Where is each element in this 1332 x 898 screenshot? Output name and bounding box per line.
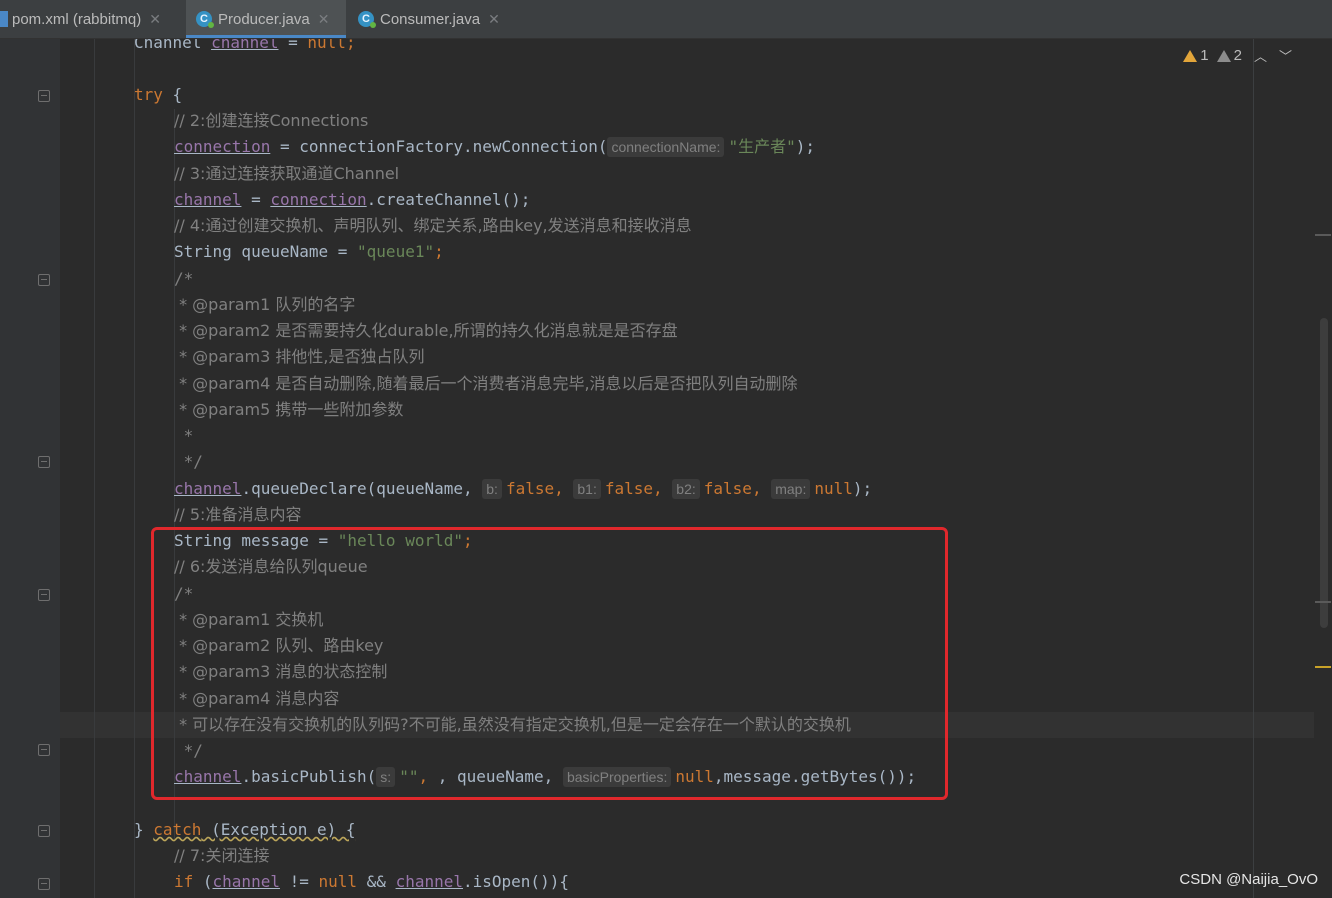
warnings-count[interactable]: 1: [1183, 47, 1209, 64]
close-icon[interactable]: ✕: [488, 11, 500, 28]
code-comment[interactable]: /*: [174, 266, 193, 292]
watermark: CSDN @Naijia_OvO: [1179, 871, 1318, 888]
editor-tab-bar: pom.xml (rabbitmq) ✕ C Producer.java ✕ C…: [0, 0, 1332, 39]
tab-pom-xml[interactable]: pom.xml (rabbitmq) ✕: [0, 0, 184, 38]
code-line[interactable]: channel = connection.createChannel();: [174, 187, 530, 213]
fold-marker-icon[interactable]: [38, 456, 50, 468]
java-class-icon: C: [196, 11, 214, 28]
indent-guide: [134, 39, 135, 898]
right-margin-guide: [1253, 39, 1254, 898]
code-comment[interactable]: // 3:通过连接获取通道Channel: [174, 161, 399, 187]
code-line[interactable]: } catch (Exception e) {: [134, 817, 356, 843]
tab-label: Consumer.java: [380, 10, 481, 28]
active-tab-indicator: [186, 35, 346, 38]
scroll-marker[interactable]: [1315, 601, 1331, 603]
java-class-icon: C: [358, 11, 376, 28]
chevron-up-icon[interactable]: ︿: [1254, 46, 1267, 65]
parameter-hint: b1:: [573, 479, 601, 499]
code-comment[interactable]: // 2:创建连接Connections: [174, 108, 368, 134]
code-comment[interactable]: // 7:关闭连接: [174, 843, 269, 869]
chevron-down-icon[interactable]: ﹀: [1279, 46, 1292, 65]
parameter-hint: connectionName:: [607, 137, 725, 157]
fold-marker-icon[interactable]: [38, 589, 50, 601]
code-comment[interactable]: * @param5 携带一些附加参数: [174, 397, 403, 423]
code-comment[interactable]: // 4:通过创建交换机、声明队列、绑定关系,路由key,发送消息和接收消息: [174, 213, 692, 239]
code-line[interactable]: String queueName = "queue1";: [174, 239, 444, 265]
code-line[interactable]: Channel channel = null;: [134, 39, 356, 56]
code-comment[interactable]: * @param1 队列的名字: [174, 292, 355, 318]
highlight-box: [151, 527, 948, 800]
close-icon[interactable]: ✕: [149, 11, 161, 28]
fold-marker-icon[interactable]: [38, 90, 50, 102]
weak-warning-icon: [1216, 49, 1231, 62]
close-icon[interactable]: ✕: [318, 11, 330, 28]
editor-gutter[interactable]: [0, 39, 60, 898]
scroll-marker-warning[interactable]: [1315, 666, 1331, 668]
code-comment[interactable]: * @param3 排他性,是否独占队列: [174, 344, 424, 370]
parameter-hint: b2:: [672, 479, 700, 499]
fold-marker-icon[interactable]: [38, 744, 50, 756]
scroll-marker[interactable]: [1315, 234, 1331, 236]
tab-label: pom.xml (rabbitmq): [12, 10, 142, 28]
indent-guide: [94, 39, 95, 898]
code-line[interactable]: if (channel != null && channel.isOpen())…: [174, 869, 569, 895]
warning-icon: [1183, 49, 1198, 62]
weak-warnings-count[interactable]: 2: [1216, 47, 1242, 64]
code-comment[interactable]: *: [174, 423, 194, 449]
code-line[interactable]: connection = connectionFactory.newConnec…: [174, 134, 815, 160]
maven-file-icon: [0, 11, 8, 27]
inspections-widget[interactable]: 1 2 ︿ ﹀: [1183, 46, 1292, 65]
code-line[interactable]: try {: [134, 82, 182, 108]
code-comment[interactable]: * @param2 是否需要持久化durable,所谓的持久化消息就是是否存盘: [174, 318, 678, 344]
code-line[interactable]: channel.queueDeclare(queueName, b: false,…: [174, 476, 872, 502]
code-comment[interactable]: */: [174, 449, 203, 475]
code-comment[interactable]: // 5:准备消息内容: [174, 502, 301, 528]
tab-consumer-java[interactable]: C Consumer.java ✕: [348, 0, 518, 38]
tab-label: Producer.java: [218, 10, 310, 28]
parameter-hint: b:: [482, 479, 502, 499]
fold-marker-icon[interactable]: [38, 825, 50, 837]
fold-marker-icon[interactable]: [38, 274, 50, 286]
fold-marker-icon[interactable]: [38, 878, 50, 890]
code-comment[interactable]: * @param4 是否自动删除,随着最后一个消费者消息完毕,消息以后是否把队列…: [174, 371, 797, 397]
tab-producer-java[interactable]: C Producer.java ✕: [186, 0, 346, 38]
parameter-hint: map:: [771, 479, 811, 499]
vertical-scrollbar[interactable]: [1320, 318, 1328, 628]
